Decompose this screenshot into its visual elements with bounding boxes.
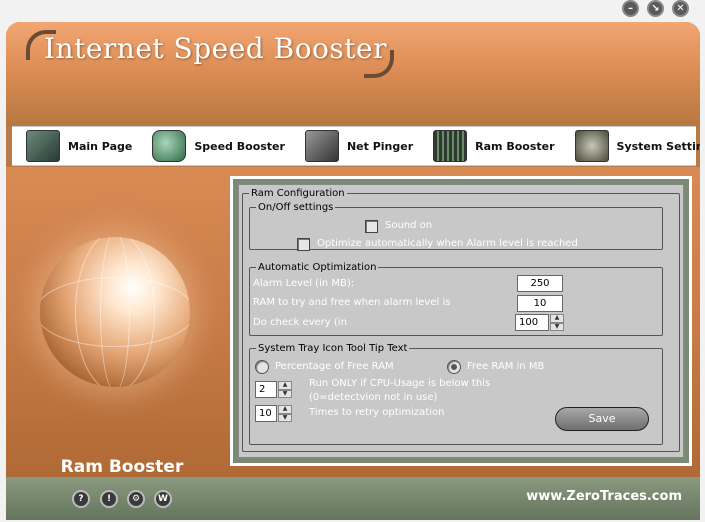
nav-system-setting[interactable]: System Setting [569,127,700,165]
ram-free-input[interactable]: 10 [517,295,563,312]
percentage-free-ram-radio[interactable] [255,360,269,374]
alarm-level-label: Alarm Level (in MB): [253,278,355,289]
close-button[interactable]: ✕ [672,0,689,17]
minimize-button[interactable]: – [622,0,639,17]
free-ram-mb-label: Free RAM in MB [467,361,545,372]
spin-up-icon[interactable]: ▲ [278,381,292,390]
spin-down-icon[interactable]: ▼ [278,389,292,398]
restore-button[interactable]: ↘ [647,0,664,17]
nav-label: Net Pinger [346,139,414,153]
spin-down-icon[interactable]: ▼ [550,322,564,331]
nav-ram-booster[interactable]: Ram Booster [427,127,560,165]
spin-down-icon[interactable]: ▼ [278,413,292,422]
app-window: Internet Speed Booster Main Page Speed B… [6,22,700,520]
info-icon[interactable]: ! [100,490,118,508]
website-icon[interactable]: W [154,490,172,508]
save-button[interactable]: Save [555,407,649,431]
logo-swoosh-right [364,50,394,78]
group-legend: Automatic Optimization [258,262,377,273]
help-icon[interactable]: ? [72,490,90,508]
ram-config-panel: Ram Configuration On/Off settings Sound … [238,184,684,458]
spin-up-icon[interactable]: ▲ [278,405,292,414]
ram-booster-icon [433,130,468,162]
alarm-level-input[interactable]: 250 [517,275,563,292]
check-every-input[interactable]: 100 [515,314,549,331]
app-title: Internet Speed Booster [44,32,387,65]
nav-label: Ram Booster [475,139,555,153]
optimize-auto-checkbox[interactable] [297,238,310,251]
globe-icon [40,237,190,387]
cpu-usage-note: (0=detectvion not in use) [309,392,438,403]
main-nav: Main Page Speed Booster Net Pinger Ram B… [12,126,700,166]
free-ram-mb-radio[interactable] [447,360,461,374]
retry-count-stepper[interactable]: ▲ ▼ [278,405,292,422]
group-legend: Ram Configuration [251,188,345,199]
check-every-stepper[interactable]: ▲ ▼ [550,314,564,331]
footer: ? ! ⚙ W www.ZeroTraces.com [6,477,700,520]
spin-up-icon[interactable]: ▲ [550,314,564,323]
group-legend: System Tray Icon Tool Tip Text [258,343,408,354]
cpu-usage-input[interactable]: 2 [255,381,277,398]
ram-config-frame: Ram Configuration On/Off settings Sound … [230,176,692,466]
nav-label: Main Page [68,139,133,153]
nav-speed-booster[interactable]: Speed Booster [146,127,291,165]
globe-parallel [40,277,190,347]
sound-on-label: Sound on [385,220,433,231]
main-page-icon [26,130,60,162]
nav-net-pinger[interactable]: Net Pinger [299,127,419,165]
nav-main-page[interactable]: Main Page [20,127,138,165]
check-every-label: Do check every (in [253,317,347,328]
speed-booster-icon [152,130,187,162]
net-pinger-icon [304,130,339,162]
retry-count-input[interactable]: 10 [255,405,277,422]
section-title: Ram Booster [60,457,184,477]
cpu-usage-label: Run ONLY if CPU-Usage is below this [309,378,491,389]
nav-label: Speed Booster [194,139,285,153]
percentage-free-ram-label: Percentage of Free RAM [275,361,394,372]
retry-count-label: Times to retry optimization [309,407,445,418]
settings-icon[interactable]: ⚙ [127,490,145,508]
nav-label: System Setting [616,139,700,153]
group-legend: On/Off settings [258,202,334,213]
website-link[interactable]: www.ZeroTraces.com [526,489,682,504]
system-setting-icon [574,130,609,162]
cpu-usage-stepper[interactable]: ▲ ▼ [278,381,292,398]
sound-on-checkbox[interactable] [365,220,378,233]
ram-free-label: RAM to try and free when alarm level is [253,297,451,308]
window-controls: – ↘ ✕ [622,0,689,17]
header: Internet Speed Booster [6,22,700,126]
optimize-auto-label: Optimize automatically when Alarm level … [317,238,578,249]
